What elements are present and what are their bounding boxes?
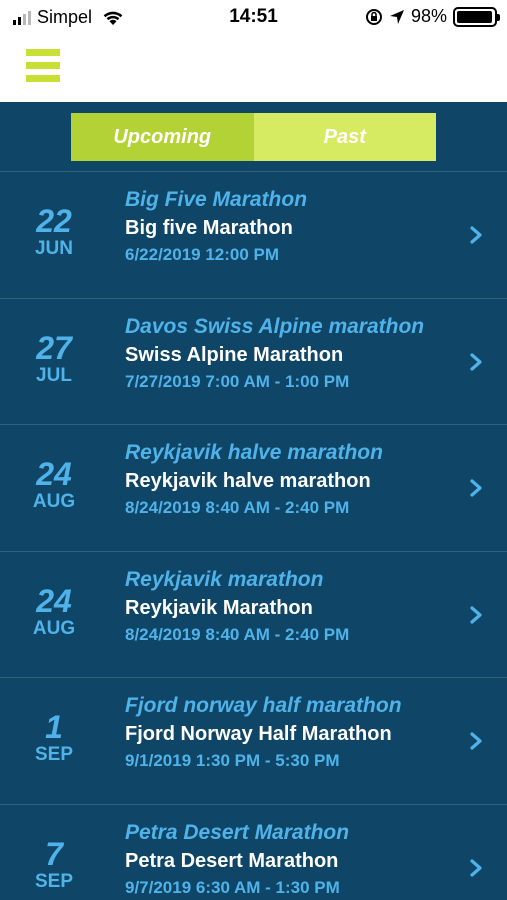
event-row[interactable]: 22 JUN Big Five Marathon Big five Marathon 6… bbox=[0, 171, 507, 298]
event-day: 27 bbox=[36, 329, 72, 366]
battery-level bbox=[457, 10, 493, 23]
event-day: 24 bbox=[36, 582, 72, 619]
status-right: 98% bbox=[365, 6, 500, 27]
event-subtitle: Swiss Alpine Marathon bbox=[125, 343, 344, 366]
event-row[interactable]: 1 SEP Fjord norway half marathon Fjord Norw… bbox=[0, 677, 507, 804]
event-info: Fjord norway half marathon Fjord Norway H… bbox=[125, 693, 402, 774]
event-day: 24 bbox=[36, 456, 72, 492]
chevron-right-icon bbox=[470, 479, 482, 497]
event-subtitle: Big five Marathon bbox=[125, 217, 293, 239]
event-date: 24 AUG bbox=[0, 457, 108, 513]
event-month: SEP bbox=[34, 744, 74, 765]
event-info: Reykjavik halve marathon Reykjavik halve … bbox=[125, 440, 383, 521]
event-month: AUG bbox=[32, 617, 76, 639]
event-subtitle: Petra Desert Marathon bbox=[125, 849, 339, 872]
tab-upcoming[interactable]: Upcoming bbox=[71, 113, 254, 161]
event-row[interactable]: 24 AUG Reykjavik halve marathon Reykjavik h… bbox=[0, 424, 507, 551]
event-subtitle: Reykjavik Marathon bbox=[125, 596, 313, 619]
event-day: 22 bbox=[36, 203, 72, 239]
chevron-right-icon bbox=[470, 732, 482, 750]
event-row[interactable]: 27 JUL Davos Swiss Alpine marathon Swiss Al… bbox=[0, 297, 507, 425]
event-date: 1 SEP bbox=[0, 710, 108, 766]
event-info: Davos Swiss Alpine marathon Swiss Alpine … bbox=[125, 314, 424, 395]
screen-rotation-lock-icon bbox=[365, 8, 382, 25]
event-month: JUN bbox=[34, 238, 73, 259]
event-subtitle: Reykjavik halve marathon bbox=[125, 470, 371, 492]
tab-past[interactable]: Past bbox=[253, 113, 436, 161]
chevron-right-icon bbox=[470, 605, 482, 624]
event-title: Reykjavik halve marathon bbox=[125, 441, 383, 464]
event-time: 6/22/2019 12:00 PM bbox=[125, 245, 280, 264]
event-title: Davos Swiss Alpine marathon bbox=[125, 314, 425, 338]
event-title: Reykjavik marathon bbox=[125, 567, 324, 591]
event-time: 9/7/2019 6:30 AM - 1:30 PM bbox=[125, 877, 340, 897]
event-info: Petra Desert Marathon Petra Desert Marath… bbox=[125, 820, 349, 900]
event-day: 7 bbox=[45, 835, 63, 872]
app-header bbox=[0, 36, 507, 102]
event-time: 8/24/2019 8:40 AM - 2:40 PM bbox=[125, 498, 350, 517]
event-month: JUL bbox=[36, 364, 72, 386]
event-month: SEP bbox=[34, 870, 74, 892]
status-bar: Simpel 14:51 98% bbox=[0, 0, 507, 36]
location-arrow-icon bbox=[389, 9, 404, 24]
battery-percent: 98% bbox=[410, 6, 447, 26]
event-month: AUG bbox=[32, 491, 76, 512]
event-date: 24 AUG bbox=[0, 584, 108, 640]
event-title: Petra Desert Marathon bbox=[125, 820, 350, 844]
event-subtitle: Fjord Norway Half Marathon bbox=[125, 723, 392, 745]
event-tabs: Upcoming Past bbox=[71, 113, 436, 161]
chevron-right-icon bbox=[470, 226, 482, 244]
chevron-right-icon bbox=[470, 352, 482, 371]
event-list: 22 JUN Big Five Marathon Big five Marathon 6… bbox=[0, 171, 507, 900]
chevron-right-icon bbox=[470, 858, 482, 877]
event-info: Reykjavik marathon Reykjavik Marathon 8/24… bbox=[125, 567, 349, 648]
event-title: Fjord norway half marathon bbox=[125, 694, 402, 717]
event-date: 7 SEP bbox=[0, 837, 108, 893]
event-row[interactable]: 24 AUG Reykjavik marathon Reykjavik Maratho… bbox=[0, 550, 507, 678]
event-date: 22 JUN bbox=[0, 204, 108, 260]
battery-icon bbox=[453, 6, 500, 27]
event-row[interactable]: 7 SEP Petra Desert Marathon Petra Desert Ma… bbox=[0, 803, 507, 900]
event-time: 7/27/2019 7:00 AM - 1:00 PM bbox=[125, 371, 350, 391]
event-time: 8/24/2019 8:40 AM - 2:40 PM bbox=[125, 624, 350, 644]
hamburger-menu-icon[interactable] bbox=[26, 49, 60, 83]
event-info: Big Five Marathon Big five Marathon 6/22/2… bbox=[125, 187, 307, 268]
event-day: 1 bbox=[45, 709, 63, 745]
event-date: 27 JUL bbox=[0, 331, 108, 387]
event-time: 9/1/2019 1:30 PM - 5:30 PM bbox=[125, 751, 340, 770]
event-title: Big Five Marathon bbox=[125, 188, 308, 211]
